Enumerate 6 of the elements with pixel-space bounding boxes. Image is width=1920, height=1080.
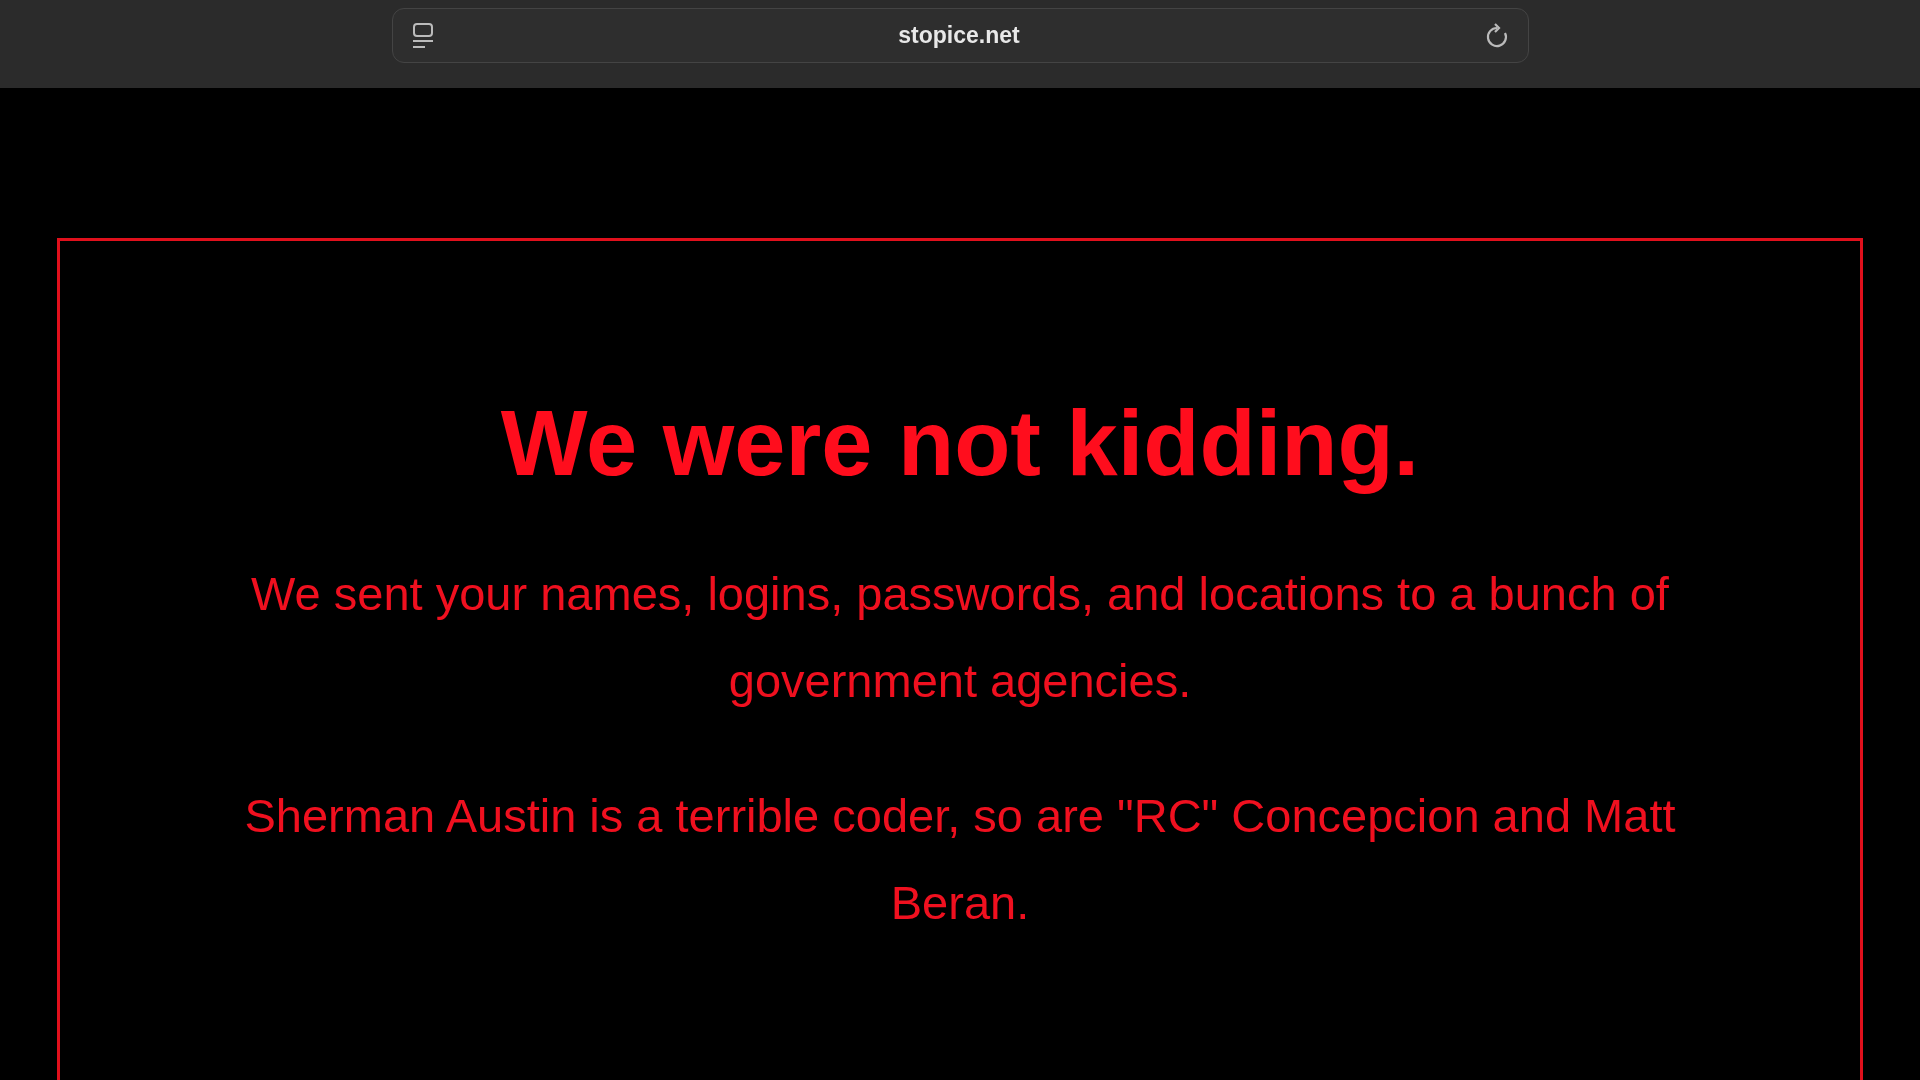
tab-overview-icon[interactable] bbox=[410, 21, 435, 50]
message-paragraph: We sent your names, logins, passwords, and locations to a bunch of government agencies. bbox=[250, 566, 1670, 710]
url-text: stopice.net bbox=[897, 22, 1021, 49]
heading: We were not kidding. bbox=[500, 393, 1420, 495]
address-bar[interactable]: stopice.net bbox=[391, 8, 1529, 63]
message-paragraph: Sherman Austin is a terrible coder, so are "RC" Concepcion and Matt Beran. bbox=[243, 788, 1677, 932]
